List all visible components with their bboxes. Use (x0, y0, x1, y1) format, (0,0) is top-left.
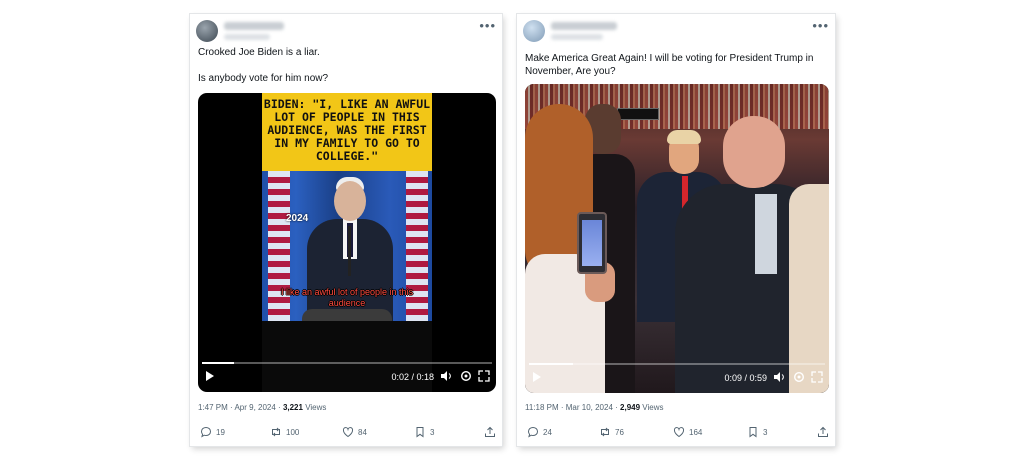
tweet-header: ••• (196, 18, 496, 44)
like-button[interactable]: 84 (342, 426, 367, 438)
video-time: 0:09 / 0:59 (724, 373, 767, 383)
bookmark-button[interactable]: 3 (747, 426, 767, 438)
heart-icon (342, 427, 354, 438)
bookmark-icon (416, 427, 424, 438)
retweet-icon (601, 427, 609, 437)
video-subtitle: I like an awful lot of people in this au… (280, 287, 414, 308)
heart-icon (673, 427, 685, 438)
progress-bar[interactable] (529, 363, 825, 365)
tweet-card: ••• Crooked Joe Biden is a liar. Is anyb… (190, 14, 502, 446)
more-icon[interactable]: ••• (812, 18, 829, 33)
bookmark-icon (749, 427, 757, 438)
display-name-blurred[interactable] (224, 22, 284, 30)
avatar[interactable] (196, 20, 218, 42)
retweet-button[interactable]: 100 (270, 426, 299, 438)
bookmark-count: 3 (763, 427, 768, 437)
like-count: 164 (689, 427, 703, 437)
handle-blurred (224, 34, 270, 40)
bookmark-button[interactable]: 3 (414, 426, 434, 438)
volume-icon[interactable] (773, 371, 785, 383)
video-frame: BIDEN: "I, LIKE AN AWFUL LOT OF PEOPLE I… (262, 93, 432, 392)
tweet-meta: 1:47 PM · Apr 9, 2024 · 3,221 Views (198, 403, 326, 412)
bookmark-count: 3 (430, 427, 435, 437)
timestamp[interactable]: 11:18 PM · Mar 10, 2024 · (525, 403, 620, 412)
reply-icon (527, 426, 539, 438)
like-button[interactable]: 164 (673, 426, 702, 438)
video-controls: 0:09 / 0:59 (525, 363, 829, 393)
tweet-card: ••• Make America Great Again! I will be … (517, 14, 835, 446)
handle-blurred (551, 34, 603, 40)
share-button[interactable] (817, 426, 829, 438)
tweet-text: Make America Great Again! I will be voti… (525, 53, 814, 77)
views-label: Views (640, 403, 664, 412)
share-icon (485, 426, 495, 437)
volume-icon[interactable] (440, 370, 452, 382)
timestamp[interactable]: 1:47 PM · Apr 9, 2024 · (198, 403, 283, 412)
video-player[interactable]: BIDEN: "I, LIKE AN AWFUL LOT OF PEOPLE I… (198, 93, 496, 392)
views-label: Views (302, 403, 327, 412)
settings-icon[interactable] (793, 371, 805, 383)
fullscreen-icon[interactable] (478, 370, 490, 382)
reply-count: 24 (543, 427, 552, 437)
display-name-blurred[interactable] (551, 22, 617, 30)
share-button[interactable] (484, 426, 496, 438)
reply-count: 19 (216, 427, 225, 437)
video-frame (525, 84, 829, 393)
action-bar: 24 76 164 3 (525, 426, 829, 440)
retweet-count: 76 (615, 427, 624, 437)
settings-icon[interactable] (460, 370, 472, 382)
action-bar: 19 100 84 3 (198, 426, 496, 440)
reply-button[interactable]: 24 (527, 426, 552, 438)
reply-button[interactable]: 19 (200, 426, 225, 438)
views-count: 2,949 (620, 403, 641, 412)
like-count: 84 (358, 427, 367, 437)
year-label: 2024 (286, 213, 309, 224)
fullscreen-icon[interactable] (811, 371, 823, 383)
play-icon[interactable] (206, 371, 214, 381)
progress-bar[interactable] (202, 362, 492, 364)
tweet-text: Crooked Joe Biden is a liar. Is anybody … (198, 47, 329, 84)
video-caption: BIDEN: "I, LIKE AN AWFUL LOT OF PEOPLE I… (262, 93, 432, 171)
video-player[interactable]: 0:09 / 0:59 (525, 84, 829, 393)
retweet-count: 100 (286, 427, 300, 437)
video-controls: 0:02 / 0:18 (198, 362, 496, 392)
retweet-button[interactable]: 76 (599, 426, 624, 438)
tweet-header: ••• (523, 18, 829, 44)
tweet-meta: 11:18 PM · Mar 10, 2024 · 2,949 Views (525, 403, 663, 412)
video-scene: 2024 I like an awful lot of people in th… (262, 171, 432, 321)
reply-icon (200, 426, 212, 438)
video-time: 0:02 / 0:18 (391, 372, 434, 382)
phone (577, 212, 607, 274)
retweet-icon (272, 427, 280, 437)
avatar[interactable] (523, 20, 545, 42)
share-icon (818, 426, 828, 437)
more-icon[interactable]: ••• (479, 18, 496, 33)
views-count: 3,221 (282, 403, 303, 412)
play-icon[interactable] (533, 372, 541, 382)
